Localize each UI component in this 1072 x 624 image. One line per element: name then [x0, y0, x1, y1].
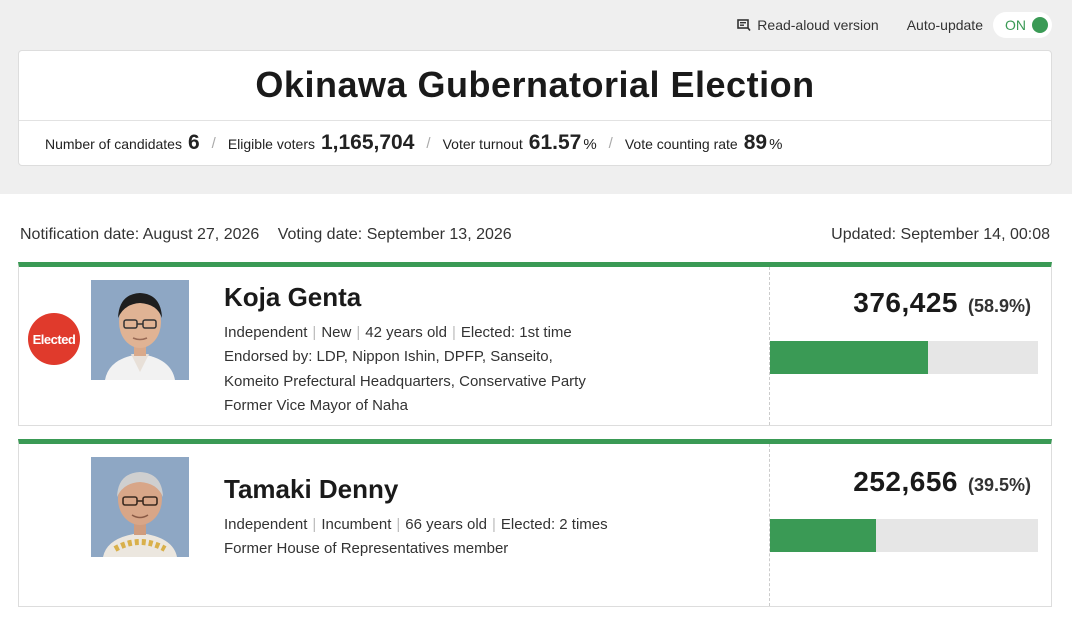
candidate-info: Koja Genta Independent | New | 42 years old |… — [224, 282, 764, 419]
election-stats: Number of candidates 6 / Eligible voters… — [19, 121, 1051, 165]
stat-separator: / — [211, 134, 216, 152]
candidate-meta: Independent | New | 42 years old | Elected: 1s… — [224, 321, 764, 345]
candidate-career: Former Vice Mayor of Naha — [224, 397, 408, 414]
stat-value: 6 — [187, 131, 200, 154]
stat-value: 61.57 — [528, 131, 582, 154]
elected-badge: Elected — [28, 313, 80, 365]
vote-result: 376,425 (58.9%) — [769, 267, 1051, 425]
toggle-knob — [1032, 17, 1048, 33]
candidate-status: Incumbent — [321, 516, 392, 533]
stat-label: Eligible voters — [227, 136, 315, 152]
stat-separator: / — [426, 134, 431, 152]
auto-update-label: Auto-update — [906, 17, 983, 33]
vote-result: 252,656 (39.5%) — [769, 444, 1051, 606]
vote-share-fill — [770, 341, 928, 374]
meta-divider: | — [492, 516, 496, 533]
candidate-status: New — [321, 324, 352, 341]
auto-update-control: Auto-update ON — [907, 12, 1052, 38]
stat-unit: % — [769, 136, 783, 153]
meta-divider: | — [356, 324, 361, 341]
candidate-endorsements-cont: Komeito Prefectural Headquarters, Conser… — [224, 372, 586, 390]
candidate-name: Tamaki Denny — [224, 474, 399, 504]
stat-separator: / — [608, 134, 613, 152]
vote-count: 252,656 — [853, 466, 958, 497]
read-aloud-link[interactable]: Read-aloud version — [737, 17, 879, 33]
portrait-image — [91, 280, 189, 380]
vote-figures: 252,656 (39.5%) — [853, 466, 1031, 498]
meta-divider: | — [451, 324, 456, 341]
stat-value: 89 — [743, 131, 768, 154]
election-dates: Notification date: August 27, 2026 Votin… — [20, 226, 512, 244]
vote-share-fill — [770, 519, 876, 552]
meta-divider: | — [312, 516, 317, 533]
candidate-elected-count: Elected: 1st time — [460, 324, 572, 341]
stat-eligible-voters: Eligible voters 1,165,704 — [228, 131, 415, 155]
stat-label: Vote counting rate — [624, 136, 738, 152]
candidate-age: 42 years old — [365, 324, 447, 341]
vote-percent: (58.9%) — [967, 296, 1031, 316]
date-row: Notification date: August 27, 2026 Votin… — [20, 226, 1050, 244]
meta-divider: | — [396, 516, 401, 533]
election-summary-card: Okinawa Gubernatorial Election Number of… — [18, 50, 1052, 166]
updated-time: Updated: September 14, 00:08 — [831, 226, 1050, 243]
read-aloud-icon — [737, 19, 751, 31]
candidate-name: Koja Genta — [224, 282, 362, 312]
notification-date: Notification date: August 27, 2026 — [20, 226, 260, 243]
candidate-card[interactable]: Tamaki Denny Independent | Incumbent | 66 ye… — [18, 439, 1052, 607]
stat-unit: % — [583, 136, 597, 153]
stat-label: Voter turnout — [442, 136, 523, 152]
stat-counting-rate: Vote counting rate 89 % — [625, 131, 783, 155]
candidate-photo — [91, 457, 189, 557]
vote-share-bar — [770, 341, 1038, 374]
auto-update-toggle[interactable]: ON — [993, 12, 1052, 38]
candidate-meta: Independent | Incumbent | 66 years old | Elect… — [224, 513, 764, 537]
portrait-image — [91, 457, 189, 557]
stat-label: Number of candidates — [45, 136, 182, 152]
candidate-endorsements: Endorsed by: LDP, Nippon Ishin, DPFP, Sa… — [224, 348, 553, 365]
candidate-info: Tamaki Denny Independent | Incumbent | 66 ye… — [224, 474, 764, 562]
vote-percent: (39.5%) — [967, 475, 1031, 495]
candidate-photo — [91, 280, 189, 380]
vote-figures: 376,425 (58.9%) — [853, 287, 1031, 319]
stat-candidates: Number of candidates 6 — [45, 131, 200, 155]
voting-date: Voting date: September 13, 2026 — [277, 226, 512, 243]
candidate-party: Independent — [224, 516, 308, 533]
toolbar: Read-aloud version Auto-update ON — [737, 12, 1052, 38]
candidate-elected-count: Elected: 2 times — [500, 516, 608, 533]
meta-divider: | — [312, 324, 317, 341]
candidate-party: Independent — [224, 324, 308, 341]
vote-count: 376,425 — [853, 287, 958, 318]
stat-value: 1,165,704 — [320, 131, 415, 154]
stat-turnout: Voter turnout 61.57 % — [443, 131, 597, 155]
toggle-state: ON — [1005, 17, 1026, 33]
page-title: Okinawa Gubernatorial Election — [19, 51, 1051, 121]
vote-share-bar — [770, 519, 1038, 552]
read-aloud-label: Read-aloud version — [757, 17, 879, 33]
candidate-card[interactable]: Elected Koja Genta Independent | New | 42 ye… — [18, 262, 1052, 426]
candidate-career: Former House of Representatives member — [224, 540, 509, 557]
candidate-age: 66 years old — [405, 516, 487, 533]
